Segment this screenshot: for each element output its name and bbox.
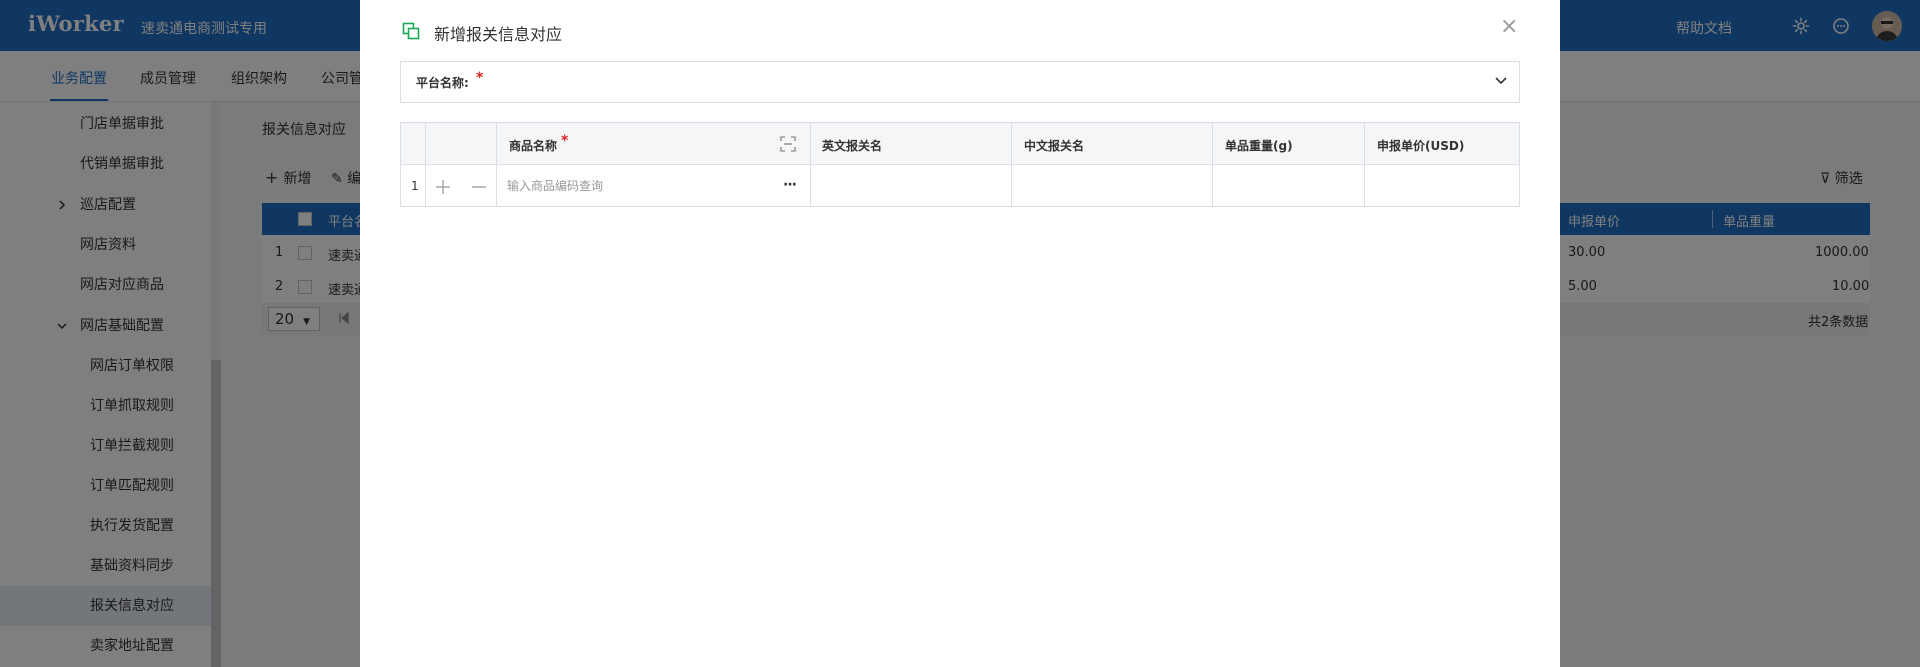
remove-row-icon[interactable] bbox=[470, 178, 488, 196]
column-divider bbox=[810, 123, 811, 206]
required-mark: * bbox=[561, 133, 569, 149]
column-divider bbox=[1364, 123, 1365, 206]
copy-icon bbox=[402, 22, 420, 40]
header-unit-weight-g: 单品重量(g) bbox=[1225, 139, 1293, 153]
close-icon[interactable]: × bbox=[1500, 16, 1518, 38]
header-declared-price-usd: 申报单价(USD) bbox=[1377, 139, 1465, 153]
platform-name-label: 平台名称: bbox=[416, 76, 469, 90]
expand-icon[interactable] bbox=[780, 136, 796, 152]
more-icon[interactable]: ··· bbox=[783, 177, 797, 193]
header-english-customs-name: 英文报关名 bbox=[822, 139, 883, 153]
header-product-name: 商品名称 bbox=[509, 139, 558, 153]
product-code-search-input[interactable] bbox=[507, 176, 767, 196]
column-divider bbox=[496, 123, 497, 206]
required-mark: * bbox=[476, 70, 484, 86]
header-chinese-customs-name: 中文报关名 bbox=[1024, 139, 1085, 153]
column-divider bbox=[425, 123, 426, 206]
dialog-title: 新增报关信息对应 bbox=[434, 25, 563, 44]
detail-table-header bbox=[401, 123, 1519, 165]
row-number: 1 bbox=[411, 179, 419, 193]
column-divider bbox=[1212, 123, 1213, 206]
add-row-icon[interactable] bbox=[434, 178, 452, 196]
column-divider bbox=[1011, 123, 1012, 206]
chevron-down-icon[interactable] bbox=[1494, 76, 1508, 86]
platform-name-select[interactable] bbox=[400, 61, 1520, 103]
